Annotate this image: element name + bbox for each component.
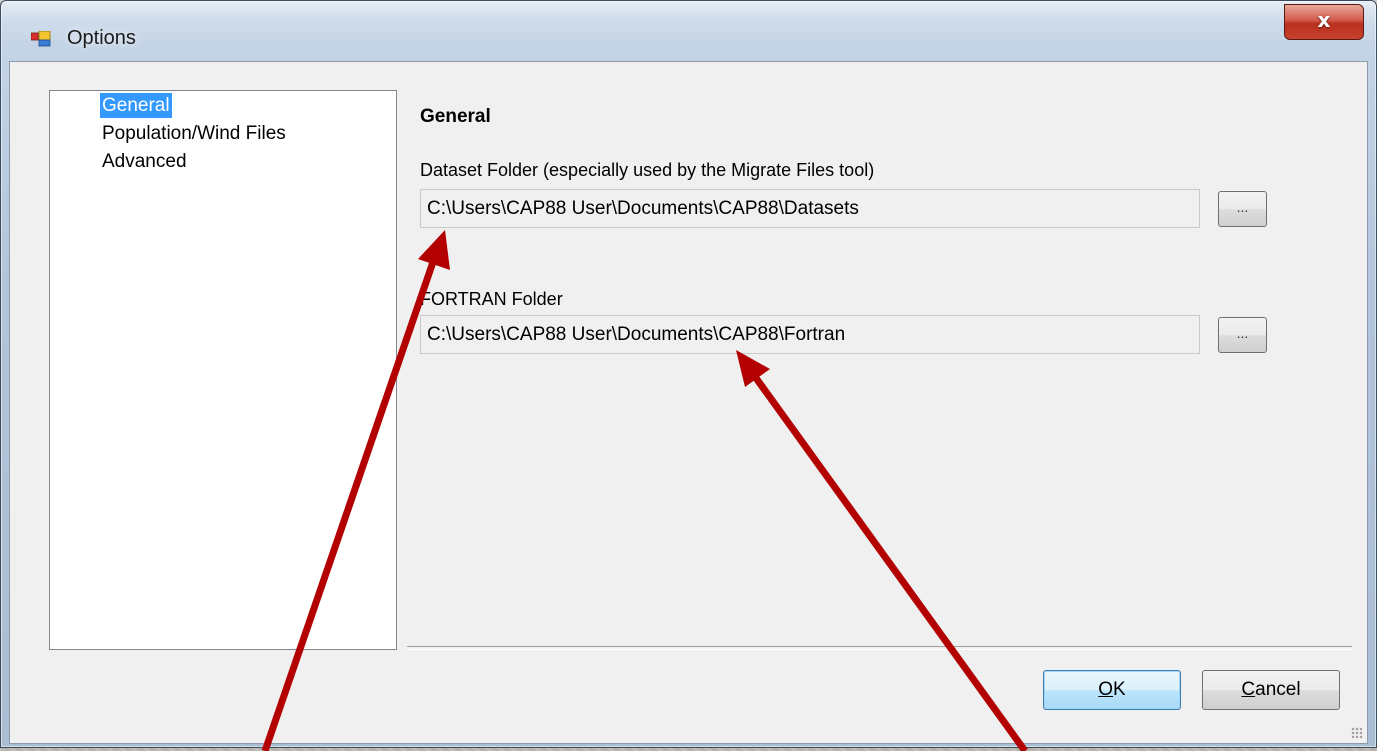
- dataset-folder-browse-button[interactable]: ...: [1218, 191, 1267, 227]
- tree-item-general[interactable]: General: [100, 93, 172, 118]
- tree-item-advanced[interactable]: Advanced: [100, 149, 189, 174]
- section-heading: General: [420, 106, 491, 127]
- separator: [407, 646, 1352, 650]
- resize-grip-icon[interactable]: [1351, 727, 1363, 739]
- options-window-icon: [31, 31, 51, 47]
- fortran-folder-browse-button[interactable]: ...: [1218, 317, 1267, 353]
- title-bar[interactable]: [1, 1, 1376, 41]
- cancel-mnemonic: C: [1241, 679, 1256, 700]
- dialog-client-area: General Population/Wind Files Advanced G…: [9, 61, 1368, 744]
- ok-mnemonic: O: [1098, 679, 1114, 700]
- ok-label-rest: K: [1113, 679, 1126, 700]
- fortran-folder-field[interactable]: C:\Users\CAP88 User\Documents\CAP88\Fort…: [420, 315, 1200, 354]
- fortran-folder-label: FORTRAN Folder: [420, 289, 563, 309]
- close-button[interactable]: x: [1284, 4, 1364, 40]
- window-title: Options: [67, 27, 136, 49]
- close-icon: x: [1317, 8, 1331, 32]
- cancel-label-rest: ancel: [1255, 679, 1301, 700]
- tree-item-population-wind-files[interactable]: Population/Wind Files: [100, 121, 288, 146]
- dataset-folder-label: Dataset Folder (especially used by the M…: [420, 160, 875, 180]
- ok-button[interactable]: OK: [1043, 670, 1181, 710]
- dataset-folder-field[interactable]: C:\Users\CAP88 User\Documents\CAP88\Data…: [420, 189, 1200, 228]
- cancel-button[interactable]: Cancel: [1202, 670, 1340, 710]
- options-tree[interactable]: General Population/Wind Files Advanced: [49, 90, 397, 650]
